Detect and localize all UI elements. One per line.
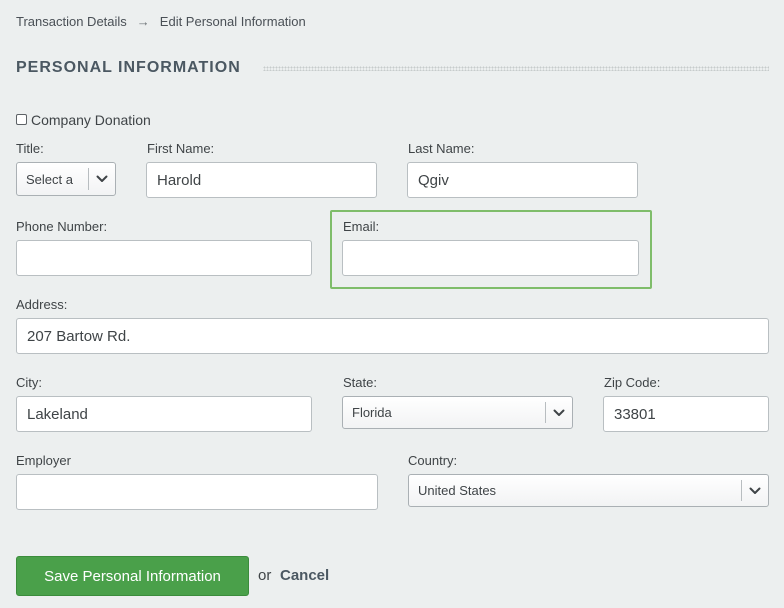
breadcrumb-current: Edit Personal Information [159, 14, 306, 29]
arrow-right-icon: → [136, 14, 150, 29]
company-donation-checkbox[interactable] [16, 113, 27, 125]
employer-input[interactable] [16, 474, 378, 510]
cancel-link[interactable]: Cancel [280, 567, 329, 584]
phone-number-input[interactable] [16, 240, 312, 276]
title-divider [263, 66, 769, 71]
section-title: PERSONAL INFORMATION [16, 59, 241, 76]
chevron-down-icon [89, 175, 115, 183]
zip-code-label: Zip Code: [604, 375, 661, 390]
chevron-down-icon [742, 487, 768, 495]
edit-personal-information-page: Transaction Details → Edit Personal Info… [0, 0, 784, 608]
address-input[interactable]: 207 Bartow Rd. [16, 318, 769, 354]
state-select[interactable]: Florida [342, 396, 573, 429]
employer-label: Employer [16, 453, 71, 468]
state-label: State: [343, 375, 377, 390]
title-label: Title: [16, 141, 44, 156]
city-label: City: [16, 375, 42, 390]
first-name-label: First Name: [147, 141, 215, 156]
country-select-value: United States [418, 483, 497, 498]
breadcrumb: Transaction Details → Edit Personal Info… [16, 14, 306, 29]
country-select[interactable]: United States [408, 474, 769, 507]
title-select-value: Select a [26, 171, 73, 187]
country-label: Country: [408, 453, 458, 468]
company-donation-label: Company Donation [31, 112, 151, 128]
address-label: Address: [16, 297, 68, 312]
zip-code-input[interactable]: 33801 [603, 396, 769, 432]
save-personal-information-button[interactable]: Save Personal Information [16, 556, 249, 596]
chevron-down-icon [546, 409, 572, 417]
email-input[interactable] [342, 240, 639, 276]
company-donation-option[interactable]: Company Donation [16, 112, 151, 128]
email-label: Email: [343, 219, 380, 234]
last-name-label: Last Name: [408, 141, 475, 156]
state-select-value: Florida [352, 405, 392, 420]
or-text: or [258, 567, 272, 584]
last-name-input[interactable]: Qgiv [407, 162, 638, 198]
phone-number-label: Phone Number: [16, 219, 108, 234]
first-name-input[interactable]: Harold [146, 162, 377, 198]
title-select[interactable]: Select a [16, 162, 116, 196]
breadcrumb-transaction-details-link[interactable]: Transaction Details [16, 14, 127, 29]
city-input[interactable]: Lakeland [16, 396, 312, 432]
